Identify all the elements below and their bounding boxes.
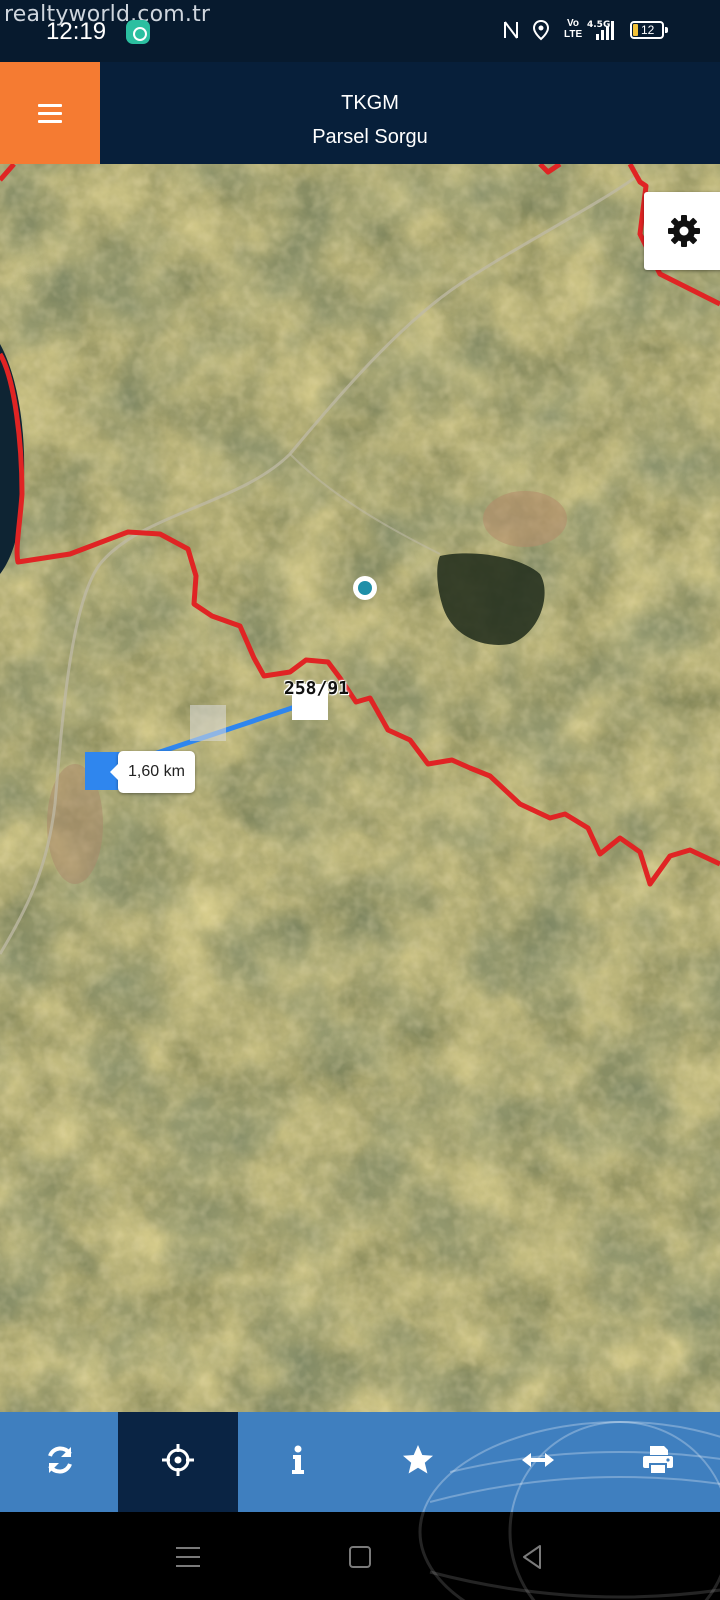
settings-button[interactable] [644, 192, 720, 270]
bottom-toolbar [0, 1412, 720, 1512]
system-navigation-bar [0, 1512, 720, 1600]
recent-apps-icon[interactable] [171, 1540, 205, 1574]
app-header: TKGM Parsel Sorgu [0, 62, 720, 164]
current-location-marker[interactable] [353, 576, 377, 600]
gear-icon [668, 215, 700, 247]
measure-button[interactable] [478, 1412, 598, 1512]
nfc-icon [504, 21, 518, 39]
battery-icon: 12 [630, 21, 668, 39]
hamburger-menu-icon-bar [38, 112, 62, 115]
status-bar: realtyworld.com.tr 12:19 Vo LTE 4.5G 12 [0, 0, 720, 62]
measure-distance-label: 1,60 km [110, 751, 195, 793]
locate-crosshair-icon [162, 1444, 194, 1476]
favorites-button[interactable] [358, 1412, 478, 1512]
watermark: realtyworld.com.tr [4, 2, 211, 27]
info-button[interactable] [238, 1412, 358, 1512]
village-area [483, 491, 567, 547]
print-icon [643, 1446, 673, 1475]
hamburger-menu-icon [38, 104, 62, 107]
parcel-label: 258/91 [284, 678, 350, 699]
hamburger-menu-icon-bar [38, 120, 62, 123]
measure-midpoint-handle[interactable] [190, 705, 226, 741]
volte-indicator: Vo LTE [564, 18, 583, 40]
page-title: TKGM [341, 92, 399, 114]
locate-button[interactable] [118, 1412, 238, 1512]
status-icons: Vo LTE 4.5G 12 [490, 16, 720, 46]
notification-app-icon [126, 20, 150, 44]
satellite-map[interactable]: 1,60 km 258/91 [0, 164, 720, 1412]
back-icon[interactable] [515, 1540, 549, 1574]
battery-level: 12 [641, 23, 655, 37]
home-icon[interactable] [343, 1540, 377, 1574]
menu-button[interactable] [0, 62, 100, 164]
status-time: 12:19 [46, 18, 107, 45]
location-icon [532, 19, 550, 41]
signal-icon: 4.5G [587, 20, 614, 40]
refresh-icon [48, 1446, 72, 1474]
info-icon [292, 1445, 304, 1474]
print-button[interactable] [598, 1412, 718, 1512]
page-subtitle: Parsel Sorgu [312, 126, 428, 148]
refresh-button[interactable] [0, 1412, 120, 1512]
measure-arrows-icon [522, 1453, 554, 1467]
star-icon [403, 1445, 433, 1474]
